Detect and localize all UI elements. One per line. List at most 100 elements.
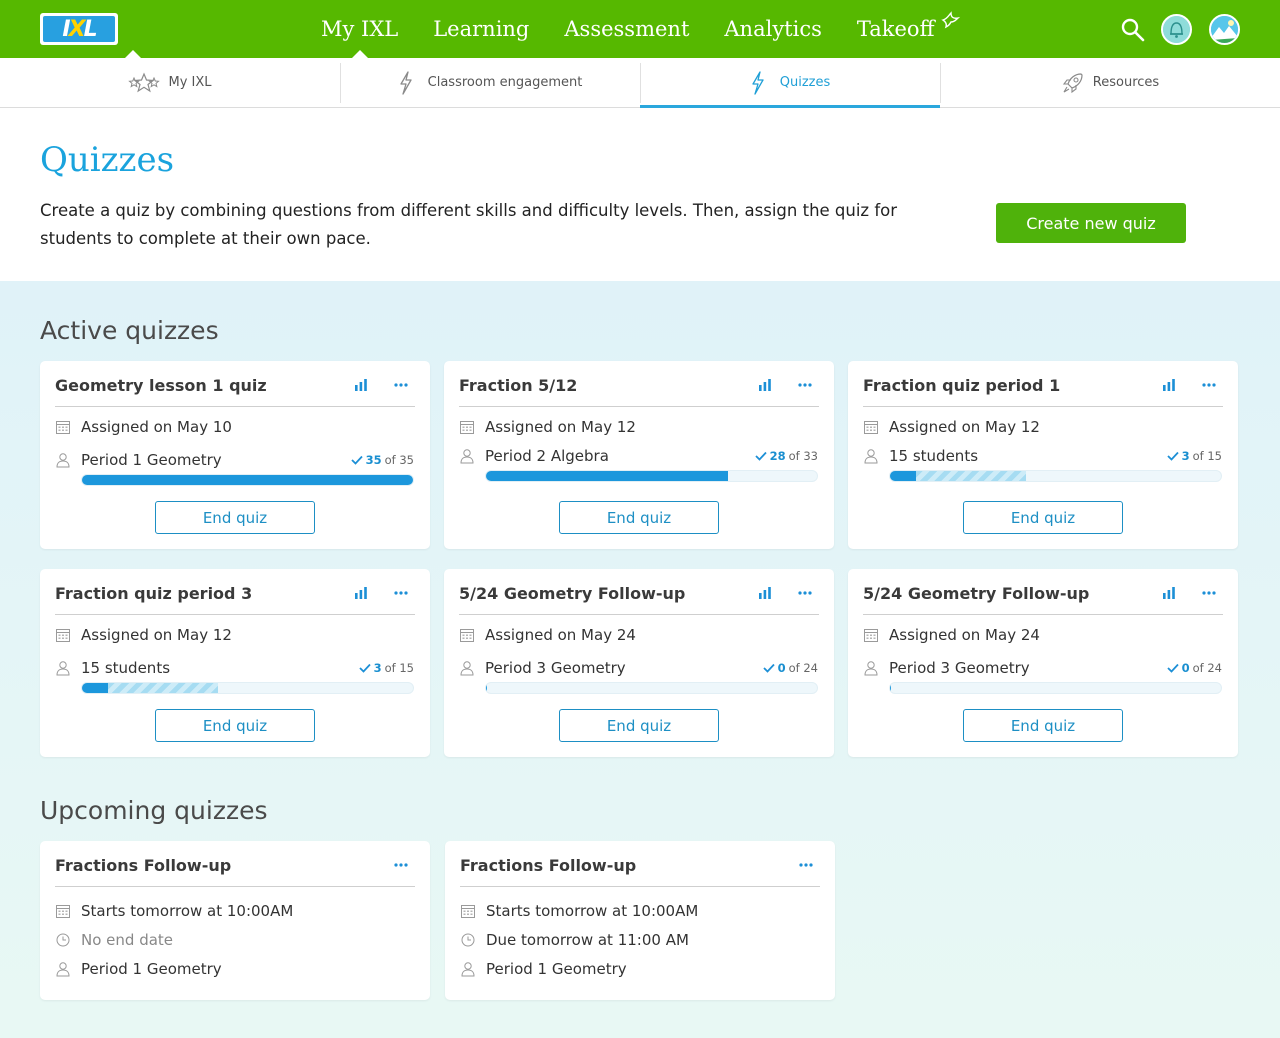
quiz-title[interactable]: Geometry lesson 1 quiz	[55, 372, 354, 395]
check-icon	[358, 663, 371, 673]
assigned-date: Assigned on May 12	[485, 418, 636, 436]
notifications-avatar-icon[interactable]	[1161, 14, 1192, 45]
calendar-icon	[460, 421, 474, 434]
end-quiz-button[interactable]: End quiz	[559, 709, 719, 742]
subnav-label: Resources	[1092, 75, 1160, 90]
completed-number: 28	[769, 449, 786, 463]
progress-fill	[486, 471, 728, 481]
calendar-icon	[864, 421, 878, 434]
nav-assessment[interactable]: Assessment	[564, 0, 689, 58]
end-quiz-button[interactable]: End quiz	[559, 501, 719, 534]
active-quiz-card: Geometry lesson 1 quiz Assigned on May 10…	[40, 361, 430, 549]
nav-takeoff[interactable]: Takeoff	[857, 0, 935, 58]
progress-bar	[485, 682, 818, 694]
quiz-title[interactable]: 5/24 Geometry Follow-up	[863, 580, 1162, 603]
quiz-title[interactable]: Fraction quiz period 1	[863, 372, 1162, 395]
clock-icon	[461, 933, 475, 947]
quiz-title[interactable]: Fractions Follow-up	[460, 852, 799, 875]
bird-icon	[941, 11, 961, 29]
assigned-group: 15 students	[889, 447, 979, 465]
subnav-my-ixl[interactable]: My IXL	[0, 58, 340, 107]
user-icon	[864, 661, 878, 676]
active-quiz-card: 5/24 Geometry Follow-up Assigned on May 2…	[444, 569, 834, 757]
more-options-icon[interactable]	[1202, 383, 1216, 387]
nav-learning[interactable]: Learning	[433, 0, 529, 58]
assigned-row: Assigned on May 10	[55, 417, 415, 437]
user-icon	[460, 449, 474, 464]
total-number: of 35	[384, 453, 414, 467]
completed-number: 35	[365, 453, 382, 467]
lightning-icon	[400, 70, 412, 95]
user-icon	[864, 449, 878, 464]
check-icon	[1166, 663, 1179, 673]
subnav-resources[interactable]: Resources	[940, 58, 1280, 107]
end-quiz-button[interactable]: End quiz	[155, 501, 315, 534]
calendar-icon	[461, 905, 475, 918]
progress-bar	[889, 682, 1222, 694]
more-options-icon[interactable]	[394, 591, 408, 595]
assigned-date: Assigned on May 10	[81, 418, 232, 436]
ixl-logo[interactable]: IXL	[40, 13, 118, 45]
group-row: Period 2 Algebra 28 of 33	[459, 446, 819, 466]
lightning-icon	[752, 70, 764, 95]
check-icon	[350, 455, 363, 465]
active-quiz-card: Fraction quiz period 3 Assigned on May 12…	[40, 569, 430, 757]
due-time-row: Due tomorrow at 11:00 AM	[460, 930, 820, 950]
create-new-quiz-button[interactable]: Create new quiz	[996, 203, 1186, 243]
quiz-title[interactable]: 5/24 Geometry Follow-up	[459, 580, 758, 603]
end-quiz-button[interactable]: End quiz	[963, 709, 1123, 742]
assigned-group: Period 3 Geometry	[485, 659, 626, 677]
group-row: Period 3 Geometry 0 of 24	[459, 658, 819, 678]
main-nav: My IXL Learning Assessment Analytics Tak…	[321, 0, 970, 58]
nav-my-ixl[interactable]: My IXL	[321, 0, 398, 58]
subnav-quizzes[interactable]: Quizzes	[640, 58, 940, 108]
bar-chart-icon[interactable]	[354, 379, 368, 391]
card-header: Fraction quiz period 3	[55, 569, 415, 615]
completed-number: 3	[1181, 449, 1190, 463]
total-number: of 24	[788, 661, 818, 675]
upcoming-quiz-card: Fractions Follow-up Starts tomorrow at 10…	[40, 841, 430, 1000]
more-options-icon[interactable]	[799, 863, 813, 867]
active-quizzes-heading: Active quizzes	[40, 316, 219, 345]
end-quiz-button[interactable]: End quiz	[963, 501, 1123, 534]
nav-analytics[interactable]: Analytics	[724, 0, 821, 58]
upcoming-quiz-card: Fractions Follow-up Starts tomorrow at 10…	[445, 841, 835, 1000]
start-time-row: Starts tomorrow at 10:00AM	[460, 901, 820, 921]
search-icon[interactable]	[1120, 17, 1146, 43]
active-quiz-card: 5/24 Geometry Follow-up Assigned on May 2…	[848, 569, 1238, 757]
more-options-icon[interactable]	[798, 383, 812, 387]
group-row: 15 students 3 of 15	[863, 446, 1223, 466]
bar-chart-icon[interactable]	[354, 587, 368, 599]
due-time: Due tomorrow at 11:00 AM	[486, 931, 689, 949]
more-options-icon[interactable]	[798, 591, 812, 595]
assigned-row: Assigned on May 24	[863, 625, 1223, 645]
check-icon	[1166, 451, 1179, 461]
assigned-group: Period 3 Geometry	[889, 659, 1030, 677]
bar-chart-icon[interactable]	[1162, 587, 1176, 599]
total-number: of 15	[384, 661, 414, 675]
user-icon	[461, 962, 475, 977]
progress-bar	[485, 470, 818, 482]
end-quiz-button[interactable]: End quiz	[155, 709, 315, 742]
start-time: Starts tomorrow at 10:00AM	[486, 902, 699, 920]
subnav-classroom-engagement[interactable]: Classroom engagement	[340, 58, 640, 107]
quiz-title[interactable]: Fractions Follow-up	[55, 852, 394, 875]
user-avatar-icon[interactable]	[1209, 14, 1240, 45]
assigned-date: Assigned on May 24	[485, 626, 636, 644]
bar-chart-icon[interactable]	[758, 379, 772, 391]
more-options-icon[interactable]	[394, 383, 408, 387]
card-header: Fraction quiz period 1	[863, 361, 1223, 407]
assigned-row: Assigned on May 24	[459, 625, 819, 645]
bar-chart-icon[interactable]	[758, 587, 772, 599]
rocket-icon	[1062, 72, 1083, 93]
subnav-label: Quizzes	[779, 75, 831, 90]
more-options-icon[interactable]	[1202, 591, 1216, 595]
quiz-title[interactable]: Fraction quiz period 3	[55, 580, 354, 603]
assigned-row: Assigned on May 12	[459, 417, 819, 437]
stars-icon	[128, 71, 161, 92]
more-options-icon[interactable]	[394, 863, 408, 867]
progress-bar	[81, 682, 414, 694]
quiz-title[interactable]: Fraction 5/12	[459, 372, 758, 395]
bar-chart-icon[interactable]	[1162, 379, 1176, 391]
sub-navigation: My IXL Classroom engagement Quizzes Reso…	[0, 58, 1280, 108]
